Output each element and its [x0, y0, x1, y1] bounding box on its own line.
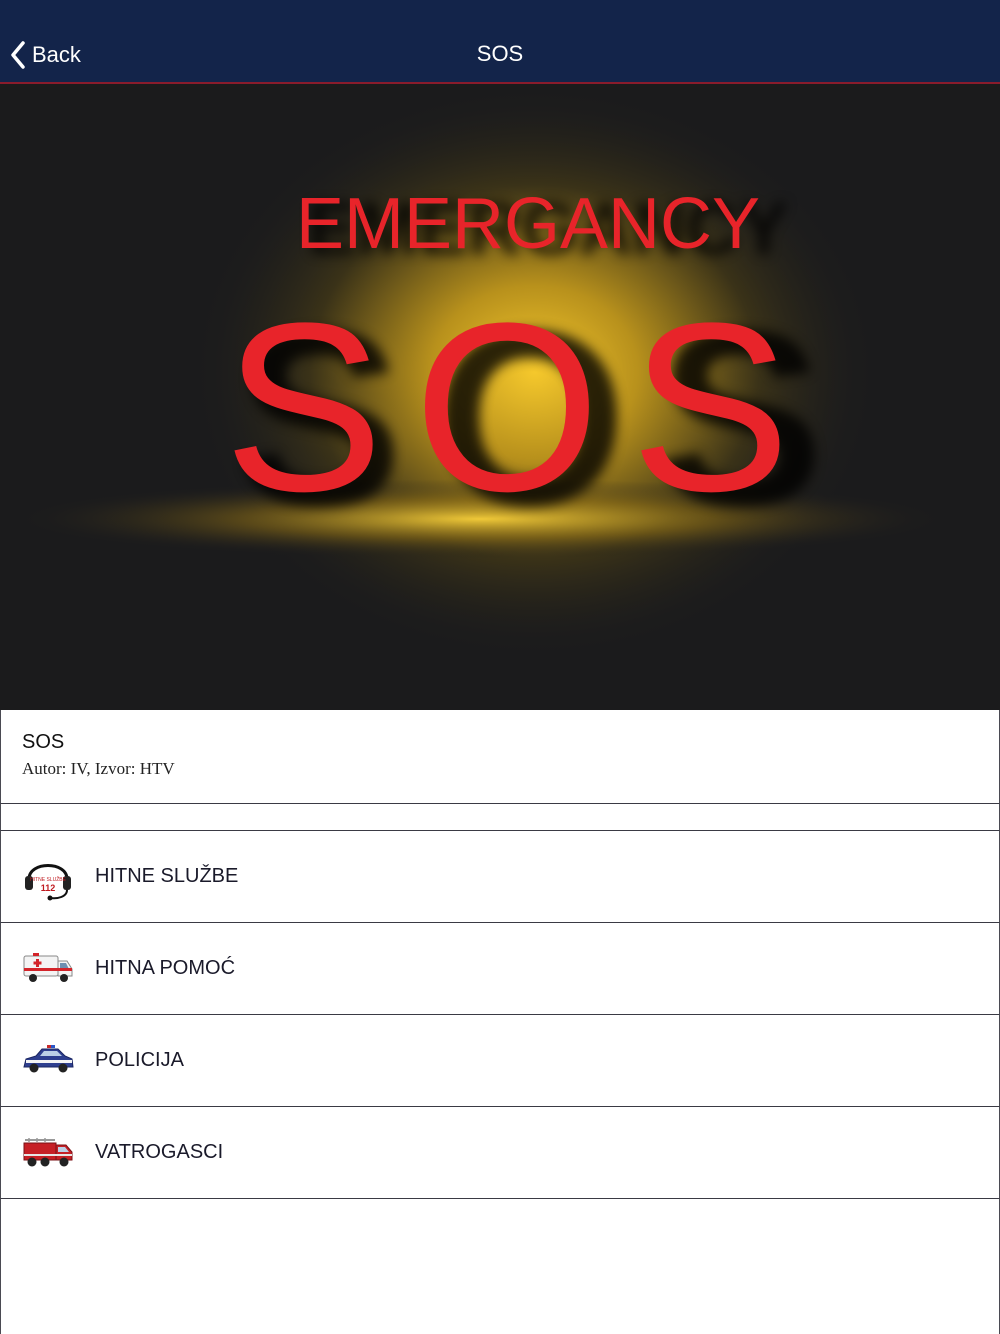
- emergency-services-list: HITNE SLUŽBE 112 HITNE SLUŽBE HITNA POMO…: [0, 831, 1000, 1199]
- navigation-bar: Back SOS: [0, 0, 1000, 84]
- list-item-hitne-sluzbe[interactable]: HITNE SLUŽBE 112 HITNE SLUŽBE: [0, 831, 1000, 923]
- hero-image: EMERGANCY SOS EMERGANCY SOS: [0, 84, 1000, 710]
- hero-line1: EMERGANCY: [296, 184, 760, 264]
- ambulance-icon: [23, 953, 73, 982]
- list-item-label: HITNE SLUŽBE: [95, 865, 239, 887]
- article-credits: Autor: IV, Izvor: HTV: [22, 759, 175, 778]
- article-title: SOS: [22, 731, 65, 753]
- list-item-hitna-pomoc[interactable]: HITNA POMOĆ: [0, 923, 1000, 1015]
- police-car-icon: [23, 1045, 74, 1073]
- page-title: SOS: [476, 41, 524, 66]
- article-info: SOS Autor: IV, Izvor: HTV: [0, 710, 1000, 804]
- hero-line2: SOS: [224, 273, 821, 541]
- headset-112-icon: HITNE SLUŽBE 112: [25, 864, 71, 901]
- empty-area: [0, 1199, 1000, 1334]
- list-item-label: VATROGASCI: [95, 1141, 224, 1163]
- list-item-label: POLICIJA: [95, 1049, 184, 1071]
- fire-truck-icon: [23, 1138, 73, 1167]
- list-item-policija[interactable]: POLICIJA: [0, 1015, 1000, 1107]
- svg-text:112: 112: [41, 883, 56, 893]
- svg-text:HITNE SLUŽBE: HITNE SLUŽBE: [30, 875, 67, 883]
- section-divider: [0, 804, 1000, 831]
- list-item-label: HITNA POMOĆ: [95, 957, 236, 979]
- list-item-vatrogasci[interactable]: VATROGASCI: [0, 1107, 1000, 1199]
